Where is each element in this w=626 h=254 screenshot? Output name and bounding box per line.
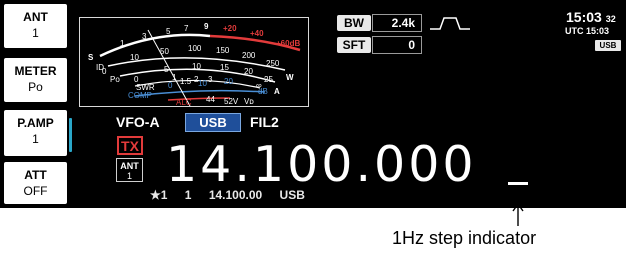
comp-tick-20: 20 [224,77,233,86]
analog-meter: S 1 3 5 7 9 +20 +40 +60dB 0 10 50 100 15… [79,17,309,107]
memory-star: ★1 [150,188,168,202]
ant-softkey-value: 1 [32,26,39,40]
w-label: W [286,73,294,82]
callout-arrow-icon [512,202,524,226]
att-softkey-title: ATT [24,168,47,182]
swr-tick-3: 3 [208,75,213,84]
pamp-softkey-value: 1 [32,132,39,146]
ant-indicator: ANT 1 [116,158,143,182]
id-tick-5: 5 [164,65,169,74]
meter-softkey[interactable]: METER Po [4,58,67,102]
ant-softkey[interactable]: ANT 1 [4,4,67,48]
po-tick-10: 10 [130,53,139,62]
ant-indicator-value: 1 [126,171,132,181]
meter-scales: S 1 3 5 7 9 +20 +40 +60dB 0 10 50 100 15… [88,22,300,107]
bw-label: BW [337,15,371,31]
id-tick-20: 20 [244,67,253,76]
ant-softkey-title: ANT [23,10,48,24]
s-tick-1: 1 [120,39,125,48]
ant-indicator-label: ANT [120,161,139,171]
vd-tick-52: 52V [224,97,239,106]
alc-label: ALC [176,98,192,106]
memory-channel: 1 [184,188,192,202]
a-label: A [274,87,280,96]
sft-label: SFT [337,37,371,53]
id-label: ID [96,63,104,72]
s-tick-20: +20 [223,24,237,33]
po-tick-150: 150 [216,46,230,55]
vfo-name: VFO-A [116,114,160,130]
meter-softkey-title: METER [14,64,57,78]
filter-name: FIL2 [250,114,279,130]
frequency-readout: 14.100.000 [166,136,477,193]
utc-time: UTC 15:03 [565,26,610,36]
att-softkey[interactable]: ATT OFF [4,162,67,204]
memory-line: ★1 1 14.100.00 USB [150,188,319,202]
clock-seconds: 32 [605,14,616,24]
comp-tick-10: 10 [198,79,207,88]
step-indicator-bar [508,182,528,185]
po-tick-200: 200 [242,51,256,60]
memory-frequency: 14.100.00 [208,188,263,202]
clock-hhmm: 15:03 [566,9,602,25]
s-label: S [88,53,94,62]
meter-softkey-value: Po [28,80,43,94]
s-tick-40: +40 [250,29,264,38]
comp-tick-0: 0 [168,81,173,90]
swr-tick-1: 1 [172,73,177,82]
vd-label: Vᴅ [244,97,254,106]
vd-tick-44: 44 [206,95,215,104]
comp-label: COMP [128,91,152,100]
att-softkey-value: OFF [23,184,48,198]
po-label: Po [110,75,120,84]
pamp-softkey[interactable]: P.AMP 1 [4,110,72,156]
sft-value[interactable]: 0 [372,36,422,54]
clock-time: 15:03 32 [566,9,616,25]
s-tick-60: +60dB [276,39,300,48]
id-tick-25: 25 [264,75,273,84]
mode-badge[interactable]: USB [185,113,241,132]
swr-tick-1-5: 1.5 [180,77,192,86]
s-tick-9: 9 [204,22,209,31]
step-indicator-caption: 1Hz step indicator [392,228,537,248]
memory-mode: USB [279,188,305,202]
comp-unit: dB [258,87,268,96]
filter-shape-icon [430,17,470,30]
clock-mode-badge: USB [595,40,621,51]
po-tick-250: 250 [266,59,280,68]
po-tick-100: 100 [188,44,202,53]
bw-value[interactable]: 2.4k [372,14,422,32]
s-tick-3: 3 [142,32,147,41]
id-tick-15: 15 [220,63,229,72]
pamp-softkey-title: P.AMP [17,116,54,130]
radio-display: ANT 1 METER Po P.AMP 1 ATT OFF S 1 3 5 7… [0,0,626,208]
s-tick-7: 7 [184,24,189,33]
id-tick-10: 10 [192,62,201,71]
po-tick-50: 50 [160,47,169,56]
tx-indicator: TX [117,136,143,155]
s-tick-5: 5 [166,27,171,36]
